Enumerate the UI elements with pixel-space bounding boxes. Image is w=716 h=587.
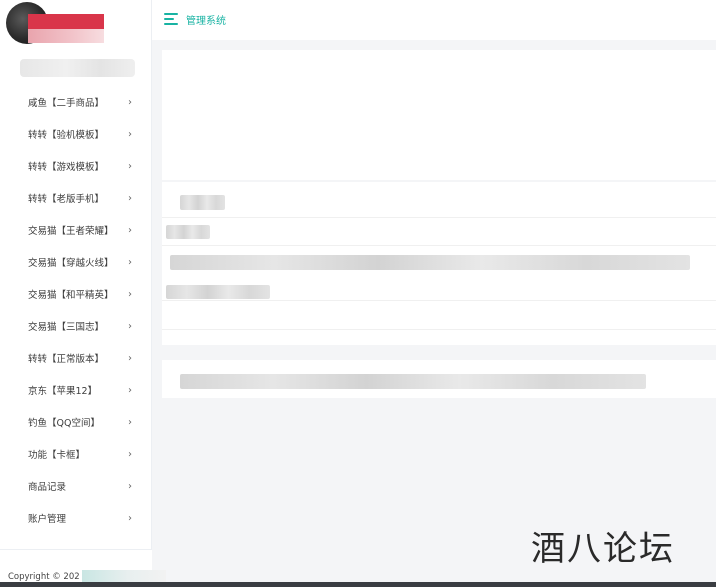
info-card — [162, 182, 716, 345]
sidebar-item-label: 转转【验机模板】 — [28, 130, 105, 141]
sidebar-item-label: 功能【卡框】 — [28, 450, 86, 461]
divider — [162, 300, 716, 301]
sidebar-item-account-management[interactable]: 账户管理 › — [0, 502, 152, 534]
hamburger-menu-icon[interactable] — [164, 13, 178, 25]
sidebar-item-label: 钓鱼【QQ空间】 — [28, 418, 100, 429]
sidebar-item-label: 咸鱼【二手商品】 — [28, 98, 105, 109]
sidebar-item-zhuanzhuan-normal[interactable]: 转转【正常版本】 › — [0, 342, 152, 374]
sidebar-item-label: 转转【游戏模板】 — [28, 162, 105, 173]
divider — [162, 329, 716, 330]
chevron-right-icon: › — [128, 256, 132, 268]
watermark: 酒八论坛 — [531, 529, 675, 569]
divider — [162, 217, 716, 218]
info-text-redacted — [166, 285, 270, 299]
chevron-right-icon: › — [128, 288, 132, 300]
user-info-redacted — [20, 59, 135, 77]
notice-card — [162, 360, 716, 398]
sidebar-item-zhuanzhuan-old-phone[interactable]: 转转【老版手机】 › — [0, 182, 152, 214]
sidebar-item-jiaoyimao-sgz[interactable]: 交易猫【三国志】 › — [0, 310, 152, 342]
sidebar-item-zhuanzhuan-game[interactable]: 转转【游戏模板】 › — [0, 150, 152, 182]
chevron-right-icon: › — [128, 416, 132, 428]
logo-redacted-banner — [28, 14, 104, 43]
window-bottom-strip — [0, 582, 716, 587]
chevron-right-icon: › — [128, 96, 132, 108]
divider — [162, 245, 716, 246]
sidebar-item-product-records[interactable]: 商品记录 › — [0, 470, 152, 502]
sidebar-item-label: 转转【正常版本】 — [28, 354, 105, 365]
sidebar-item-xianyu-secondhand[interactable]: 咸鱼【二手商品】 › — [0, 86, 152, 118]
sidebar-item-label: 转转【老版手机】 — [28, 194, 105, 205]
chevron-right-icon: › — [128, 320, 132, 332]
chevron-right-icon: › — [128, 224, 132, 236]
sidebar-item-label: 京东【苹果12】 — [28, 386, 98, 397]
chevron-right-icon: › — [128, 480, 132, 492]
notice-text-redacted — [180, 374, 646, 389]
logo-area — [0, 0, 152, 48]
page-title: 管理系统 — [186, 16, 226, 27]
sidebar-item-fishing-qzone[interactable]: 钓鱼【QQ空间】 › — [0, 406, 152, 438]
chevron-right-icon: › — [128, 192, 132, 204]
sidebar: 咸鱼【二手商品】 › 转转【验机模板】 › 转转【游戏模板】 › 转转【老版手机… — [0, 0, 152, 587]
sidebar-item-label: 账户管理 — [28, 514, 67, 525]
info-line-redacted — [166, 225, 210, 239]
sidebar-item-label: 交易猫【和平精英】 — [28, 290, 114, 301]
top-header: 管理系统 — [152, 0, 716, 40]
banner-card — [162, 50, 716, 180]
chevron-right-icon: › — [128, 448, 132, 460]
app-window: 咸鱼【二手商品】 › 转转【验机模板】 › 转转【游戏模板】 › 转转【老版手机… — [0, 0, 716, 587]
copyright-text: Copyright © 202 — [8, 572, 80, 582]
chevron-right-icon: › — [128, 352, 132, 364]
chevron-right-icon: › — [128, 512, 132, 524]
sidebar-item-jd-iphone12[interactable]: 京东【苹果12】 › — [0, 374, 152, 406]
card-heading-redacted — [180, 195, 225, 210]
sidebar-item-label: 交易猫【三国志】 — [28, 322, 105, 333]
sidebar-item-zhuanzhuan-inspection[interactable]: 转转【验机模板】 › — [0, 118, 152, 150]
chevron-right-icon: › — [128, 128, 132, 140]
sidebar-item-label: 商品记录 — [28, 482, 67, 493]
sidebar-item-label: 交易猫【穿越火线】 — [28, 258, 114, 269]
sidebar-item-jiaoyimao-cf[interactable]: 交易猫【穿越火线】 › — [0, 246, 152, 278]
sidebar-item-jiaoyimao-wzry[interactable]: 交易猫【王者荣耀】 › — [0, 214, 152, 246]
sidebar-item-jiaoyimao-hpjy[interactable]: 交易猫【和平精英】 › — [0, 278, 152, 310]
chevron-right-icon: › — [128, 384, 132, 396]
sidebar-menu: 咸鱼【二手商品】 › 转转【验机模板】 › 转转【游戏模板】 › 转转【老版手机… — [0, 86, 152, 534]
sidebar-item-label: 交易猫【王者荣耀】 — [28, 226, 114, 237]
chevron-right-icon: › — [128, 160, 132, 172]
sidebar-item-function-card[interactable]: 功能【卡框】 › — [0, 438, 152, 470]
info-text-redacted — [170, 255, 690, 270]
